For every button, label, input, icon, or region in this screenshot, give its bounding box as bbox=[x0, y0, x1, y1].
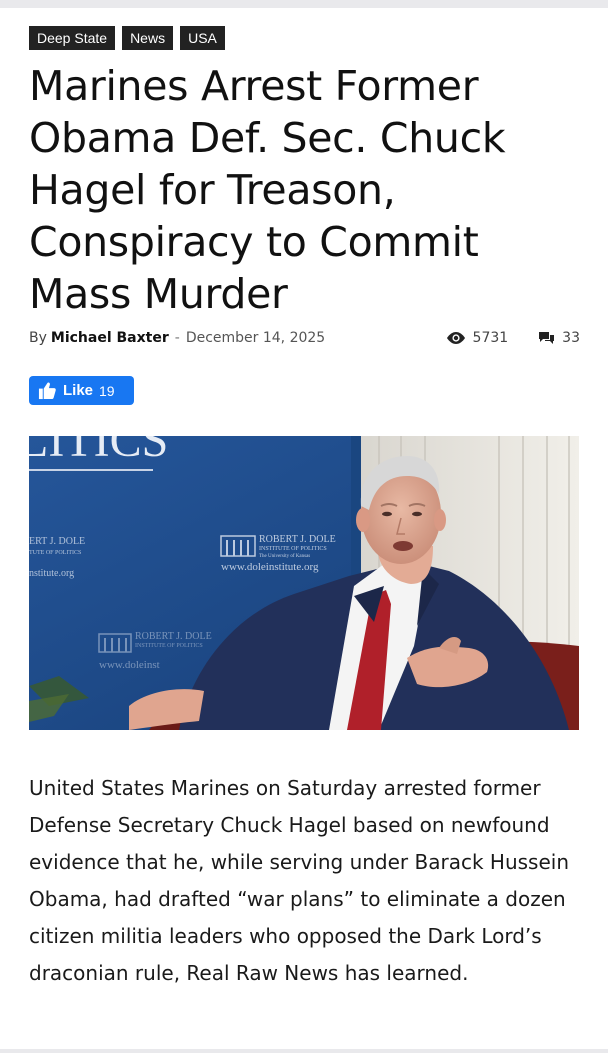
author-link[interactable]: Michael Baxter bbox=[51, 330, 169, 346]
article-body: United States Marines on Saturday arrest… bbox=[29, 776, 569, 985]
eye-icon bbox=[446, 332, 465, 344]
tag-deep-state[interactable]: Deep State bbox=[29, 26, 116, 50]
article-hero-image: LITICS ERT J. DOLE TUTE OF POLITICS nsti… bbox=[29, 436, 579, 730]
svg-text:nstitute.org: nstitute.org bbox=[29, 568, 74, 579]
category-tags: Deep State News USA bbox=[29, 26, 225, 50]
svg-text:ROBERT J. DOLE: ROBERT J. DOLE bbox=[259, 534, 336, 545]
comments-icon bbox=[539, 332, 555, 344]
views-count: 5731 bbox=[472, 330, 509, 346]
svg-text:ROBERT J. DOLE: ROBERT J. DOLE bbox=[135, 631, 212, 642]
article-meta: By Michael Baxter - December 14, 2025 5731 … bbox=[29, 330, 580, 350]
svg-text:ERT J. DOLE: ERT J. DOLE bbox=[29, 536, 85, 547]
publish-date: December 14, 2025 bbox=[185, 330, 326, 346]
meta-stats: 5731 33 bbox=[446, 330, 580, 346]
by-label: By bbox=[29, 330, 47, 346]
comments-count: 33 bbox=[562, 330, 580, 346]
svg-text:www.doleinst: www.doleinst bbox=[99, 659, 160, 671]
svg-text:TUTE OF POLITICS: TUTE OF POLITICS bbox=[29, 550, 81, 556]
svg-text:The University of Kansas: The University of Kansas bbox=[259, 554, 310, 559]
backdrop-text: LITICS bbox=[29, 436, 168, 467]
thumbs-up-icon bbox=[38, 382, 56, 400]
bottom-edge bbox=[0, 1049, 608, 1053]
top-edge bbox=[0, 0, 608, 8]
svg-text:INSTITUTE OF POLITICS: INSTITUTE OF POLITICS bbox=[259, 546, 327, 552]
like-count: 19 bbox=[99, 382, 115, 399]
tag-usa[interactable]: USA bbox=[180, 26, 225, 50]
like-label: Like bbox=[63, 382, 94, 399]
facebook-like-button[interactable]: Like 19 bbox=[29, 376, 134, 405]
svg-text:INSTITUTE OF POLITICS: INSTITUTE OF POLITICS bbox=[135, 643, 203, 649]
views-stat: 5731 bbox=[446, 330, 509, 346]
svg-text:www.doleinstitute.org: www.doleinstitute.org bbox=[221, 561, 319, 573]
article-headline: Marines Arrest Former Obama Def. Sec. Ch… bbox=[29, 62, 506, 318]
tag-news[interactable]: News bbox=[122, 26, 174, 50]
comments-stat[interactable]: 33 bbox=[538, 330, 580, 346]
meta-separator: - bbox=[174, 330, 180, 346]
hero-photo: LITICS ERT J. DOLE TUTE OF POLITICS nsti… bbox=[29, 436, 579, 730]
